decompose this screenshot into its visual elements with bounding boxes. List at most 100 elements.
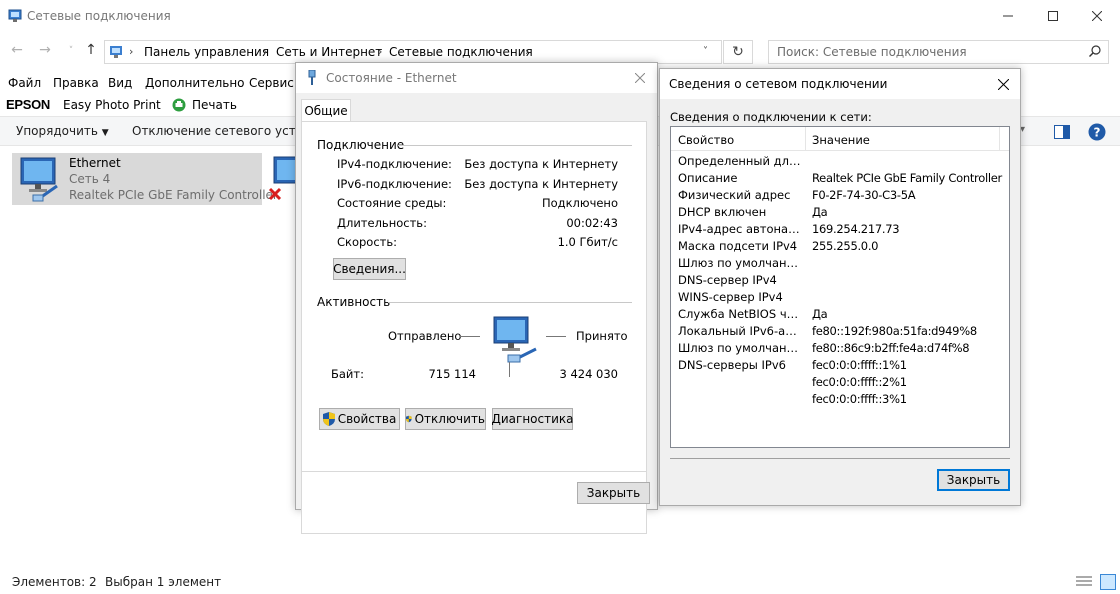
media-state-value: Подключено bbox=[541, 196, 618, 210]
chevron-right-icon[interactable]: › bbox=[525, 45, 529, 58]
recent-chevron-icon[interactable]: ˅ bbox=[62, 46, 80, 64]
close-icon bbox=[635, 73, 645, 83]
table-row[interactable]: DNS-сервер IPv4 bbox=[671, 272, 1009, 289]
received-line bbox=[546, 336, 566, 337]
table-row[interactable]: DHCP включен Да bbox=[671, 204, 1009, 221]
organize-label: Упорядочить bbox=[16, 124, 98, 138]
control-panel-icon bbox=[110, 46, 122, 58]
table-row[interactable]: WINS-сервер IPv4 bbox=[671, 289, 1009, 306]
value-cell: fec0:0:0:ffff::2%1 bbox=[812, 375, 907, 389]
property-cell: Служба NetBIOS через... bbox=[678, 307, 804, 321]
preview-pane-icon[interactable] bbox=[1054, 125, 1070, 139]
breadcrumb-network-connections[interactable]: Сетевые подключения bbox=[389, 45, 533, 59]
column-value-header[interactable]: Значение bbox=[812, 133, 870, 147]
group-divider bbox=[398, 145, 632, 146]
disable-network-device-button[interactable]: Отключение сетевого устрой bbox=[132, 124, 318, 138]
table-row[interactable]: DNS-серверы IPv6 fec0:0:0:ffff::1%1 bbox=[671, 357, 1009, 374]
uac-shield-icon bbox=[322, 412, 335, 426]
dialog-divider bbox=[670, 458, 1010, 459]
close-window-button[interactable] bbox=[1074, 0, 1120, 32]
diagnose-button[interactable]: Диагностика bbox=[492, 408, 574, 430]
refresh-button[interactable]: ↻ bbox=[723, 40, 753, 64]
close-icon bbox=[997, 78, 1009, 90]
property-cell: Шлюз по умолчанию IP... bbox=[678, 256, 804, 270]
ethernet-plug-icon bbox=[308, 70, 316, 85]
table-row[interactable]: Шлюз по умолчанию IP... fe80::86c9:b2ff:f… bbox=[671, 340, 1009, 357]
property-cell: Маска подсети IPv4 bbox=[678, 239, 798, 253]
tab-general[interactable]: Общие bbox=[301, 99, 351, 122]
menu-edit[interactable]: Правка bbox=[53, 76, 99, 90]
dialog-close-button[interactable] bbox=[992, 73, 1014, 95]
address-dropdown-icon[interactable]: ˅ bbox=[703, 46, 708, 57]
chevron-right-icon[interactable]: › bbox=[378, 45, 382, 58]
table-row[interactable]: Локальный IPv6-адрес... fe80::192f:980a:5… bbox=[671, 323, 1009, 340]
list-item-adapter-2[interactable] bbox=[266, 153, 298, 205]
maximize-button[interactable] bbox=[1030, 0, 1076, 32]
search-input[interactable]: Поиск: Сетевые подключения bbox=[768, 40, 1109, 64]
address-bar[interactable]: › Панель управления › Сеть и Интернет › … bbox=[104, 40, 722, 64]
uac-shield-icon bbox=[406, 415, 412, 423]
breadcrumb-control-panel[interactable]: Панель управления bbox=[144, 45, 269, 59]
table-row[interactable]: fec0:0:0:ffff::2%1 bbox=[671, 374, 1009, 391]
details-close-button[interactable]: Закрыть bbox=[937, 469, 1010, 491]
up-arrow-icon[interactable]: ↑ bbox=[82, 42, 100, 60]
details-dialog: Сведения о сетевом подключении Сведения … bbox=[659, 68, 1021, 506]
details-list[interactable]: Свойство Значение Определенный для по...… bbox=[670, 126, 1010, 448]
table-row[interactable]: Физический адрес F0-2F-74-30-C3-5A bbox=[671, 187, 1009, 204]
printer-icon bbox=[172, 98, 186, 112]
column-property-header[interactable]: Свойство bbox=[678, 133, 734, 147]
svg-text:?: ? bbox=[1094, 126, 1101, 140]
table-row[interactable]: IPv4-адрес автонастро... 169.254.217.73 bbox=[671, 221, 1009, 238]
menu-file[interactable]: Файл bbox=[8, 76, 41, 90]
property-cell: WINS-сервер IPv4 bbox=[678, 290, 783, 304]
back-arrow-icon[interactable]: ← bbox=[8, 42, 26, 60]
list-item-ethernet[interactable]: Ethernet Сеть 4 Realtek PCIe GbE Family … bbox=[12, 153, 278, 205]
property-cell: Физический адрес bbox=[678, 188, 791, 202]
property-cell: Локальный IPv6-адрес... bbox=[678, 324, 804, 338]
epson-logo: EPSON bbox=[6, 97, 51, 112]
table-row[interactable]: Служба NetBIOS через... Да bbox=[671, 306, 1009, 323]
table-row[interactable]: Описание Realtek PCIe GbE Family Controll… bbox=[671, 170, 1009, 187]
print-button[interactable]: Печать bbox=[192, 98, 237, 112]
speed-value: 1.0 Гбит/с bbox=[557, 235, 618, 249]
details-subtitle: Сведения о подключении к сети: bbox=[670, 110, 872, 124]
close-icon bbox=[1092, 11, 1102, 21]
dialog-close-button[interactable] bbox=[629, 67, 651, 89]
organize-button[interactable]: Упорядочить ▼ bbox=[16, 124, 109, 138]
bytes-label: Байт: bbox=[331, 367, 364, 381]
help-icon[interactable]: ? bbox=[1088, 123, 1106, 141]
tab-content: Подключение IPv4-подключение: Без доступ… bbox=[301, 121, 647, 472]
details-view-icon[interactable] bbox=[1076, 575, 1092, 589]
menu-view[interactable]: Вид bbox=[108, 76, 132, 90]
disable-button[interactable]: Отключить bbox=[405, 408, 486, 430]
properties-label: Свойства bbox=[337, 412, 397, 426]
table-row[interactable]: Определенный для по... bbox=[671, 153, 1009, 170]
bytes-sent-value: 715 114 bbox=[428, 367, 476, 381]
adapter-description: Realtek PCIe GbE Family Controller bbox=[69, 188, 278, 202]
title-bar: Сетевые подключения bbox=[0, 0, 1120, 34]
menu-tools[interactable]: Сервис bbox=[249, 76, 294, 90]
properties-button[interactable]: Свойства bbox=[319, 408, 400, 430]
forward-arrow-icon[interactable]: → bbox=[36, 42, 54, 60]
dialog-title: Состояние - Ethernet bbox=[326, 71, 457, 85]
property-cell: Определенный для по... bbox=[678, 154, 804, 168]
property-cell: DNS-серверы IPv6 bbox=[678, 358, 786, 372]
duration-value: 00:02:43 bbox=[566, 216, 618, 230]
minimize-button[interactable] bbox=[985, 0, 1031, 32]
property-cell: IPv4-адрес автонастро... bbox=[678, 222, 804, 236]
table-row[interactable]: Маска подсети IPv4 255.255.0.0 bbox=[671, 238, 1009, 255]
column-divider[interactable] bbox=[805, 127, 806, 151]
column-divider[interactable] bbox=[999, 127, 1000, 151]
tiles-view-icon[interactable] bbox=[1100, 574, 1116, 590]
status-close-button[interactable]: Закрыть bbox=[577, 482, 650, 504]
list-header: Свойство Значение bbox=[671, 127, 1009, 151]
easy-photo-print-button[interactable]: Easy Photo Print bbox=[63, 98, 161, 112]
table-row[interactable]: Шлюз по умолчанию IP... bbox=[671, 255, 1009, 272]
details-button[interactable]: Сведения... bbox=[333, 258, 406, 280]
chevron-right-icon[interactable]: › bbox=[263, 45, 267, 58]
dialog-title-bar: Сведения о сетевом подключении bbox=[660, 69, 1020, 99]
media-state-label: Состояние среды: bbox=[337, 196, 447, 210]
table-row[interactable]: fec0:0:0:ffff::3%1 bbox=[671, 391, 1009, 408]
breadcrumb-network-internet[interactable]: Сеть и Интернет bbox=[276, 45, 382, 59]
menu-advanced[interactable]: Дополнительно bbox=[145, 76, 245, 90]
